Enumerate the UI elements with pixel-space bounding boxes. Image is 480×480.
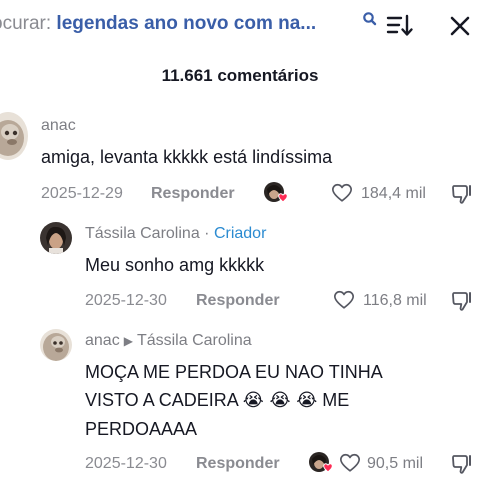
comment-text: MOÇA ME PERDOA EU NAO TINHA VISTO A CADE… [85, 358, 445, 443]
avatar[interactable] [40, 222, 72, 254]
comment-count: 11.661 comentários [161, 66, 319, 85]
reply-to-username[interactable]: Tássila Carolina [137, 332, 252, 349]
sort-icon[interactable] [386, 13, 414, 39]
comment-text-segment: VISTO A CADEIRA [85, 390, 243, 410]
reply-arrow-icon: ▶ [123, 334, 133, 348]
comment-date: 2025-12-30 [85, 292, 167, 309]
comment-username: anac ▶ Tássila Carolina [85, 332, 252, 350]
reply-button[interactable]: Responder [151, 185, 235, 203]
search-bar: ocurar: legendas ano novo com na... [0, 0, 480, 52]
comment-text-segment: ME [317, 390, 350, 410]
avatar[interactable] [0, 112, 28, 160]
creator-badge: Criador [213, 225, 267, 242]
search-icon[interactable] [361, 10, 379, 28]
comment-text: Meu sonho amg kkkkk [85, 255, 265, 275]
comment-date: 2025-12-29 [41, 185, 123, 202]
comment-username[interactable]: anac [41, 117, 76, 135]
comment-text-line: MOÇA ME PERDOA EU NAO TINHA [85, 362, 383, 382]
crying-emoji: 😭 😭 😭 [242, 390, 318, 411]
comment-username: Tássila Carolina · Criador [85, 225, 266, 243]
avatar[interactable] [40, 329, 72, 361]
creator-liked-avatar [263, 181, 289, 205]
search-prefix: ocurar: [0, 13, 52, 34]
separator-dot: · [199, 225, 214, 242]
search-query[interactable]: legendas ano novo com na... [56, 13, 316, 34]
search-query-field[interactable]: ocurar: legendas ano novo com na... [0, 13, 352, 35]
comment-text: amiga, levanta kkkkk está lindíssima [41, 147, 333, 167]
username-text[interactable]: anac [85, 332, 120, 349]
dislike-icon[interactable] [450, 452, 474, 476]
comment-date: 2025-12-30 [85, 455, 167, 472]
reply-button[interactable]: Responder [196, 292, 280, 310]
heart-icon[interactable] [331, 182, 353, 204]
reply-button[interactable]: Responder [196, 455, 280, 473]
username-text[interactable]: Tássila Carolina [85, 225, 200, 242]
close-icon[interactable] [446, 12, 474, 40]
like-count: 184,4 mil [361, 185, 426, 202]
creator-liked-avatar [308, 451, 334, 475]
like-count: 90,5 mil [367, 455, 424, 472]
like-count: 116,8 mil [363, 292, 427, 309]
comment-text-line: VISTO A CADEIRA 😭 😭 😭 ME [85, 386, 445, 415]
heart-icon[interactable] [339, 452, 361, 474]
dislike-icon[interactable] [450, 289, 474, 313]
dislike-icon[interactable] [450, 182, 474, 206]
heart-icon[interactable] [333, 289, 355, 311]
comment-text-line: PERDOAAAA [85, 419, 198, 439]
